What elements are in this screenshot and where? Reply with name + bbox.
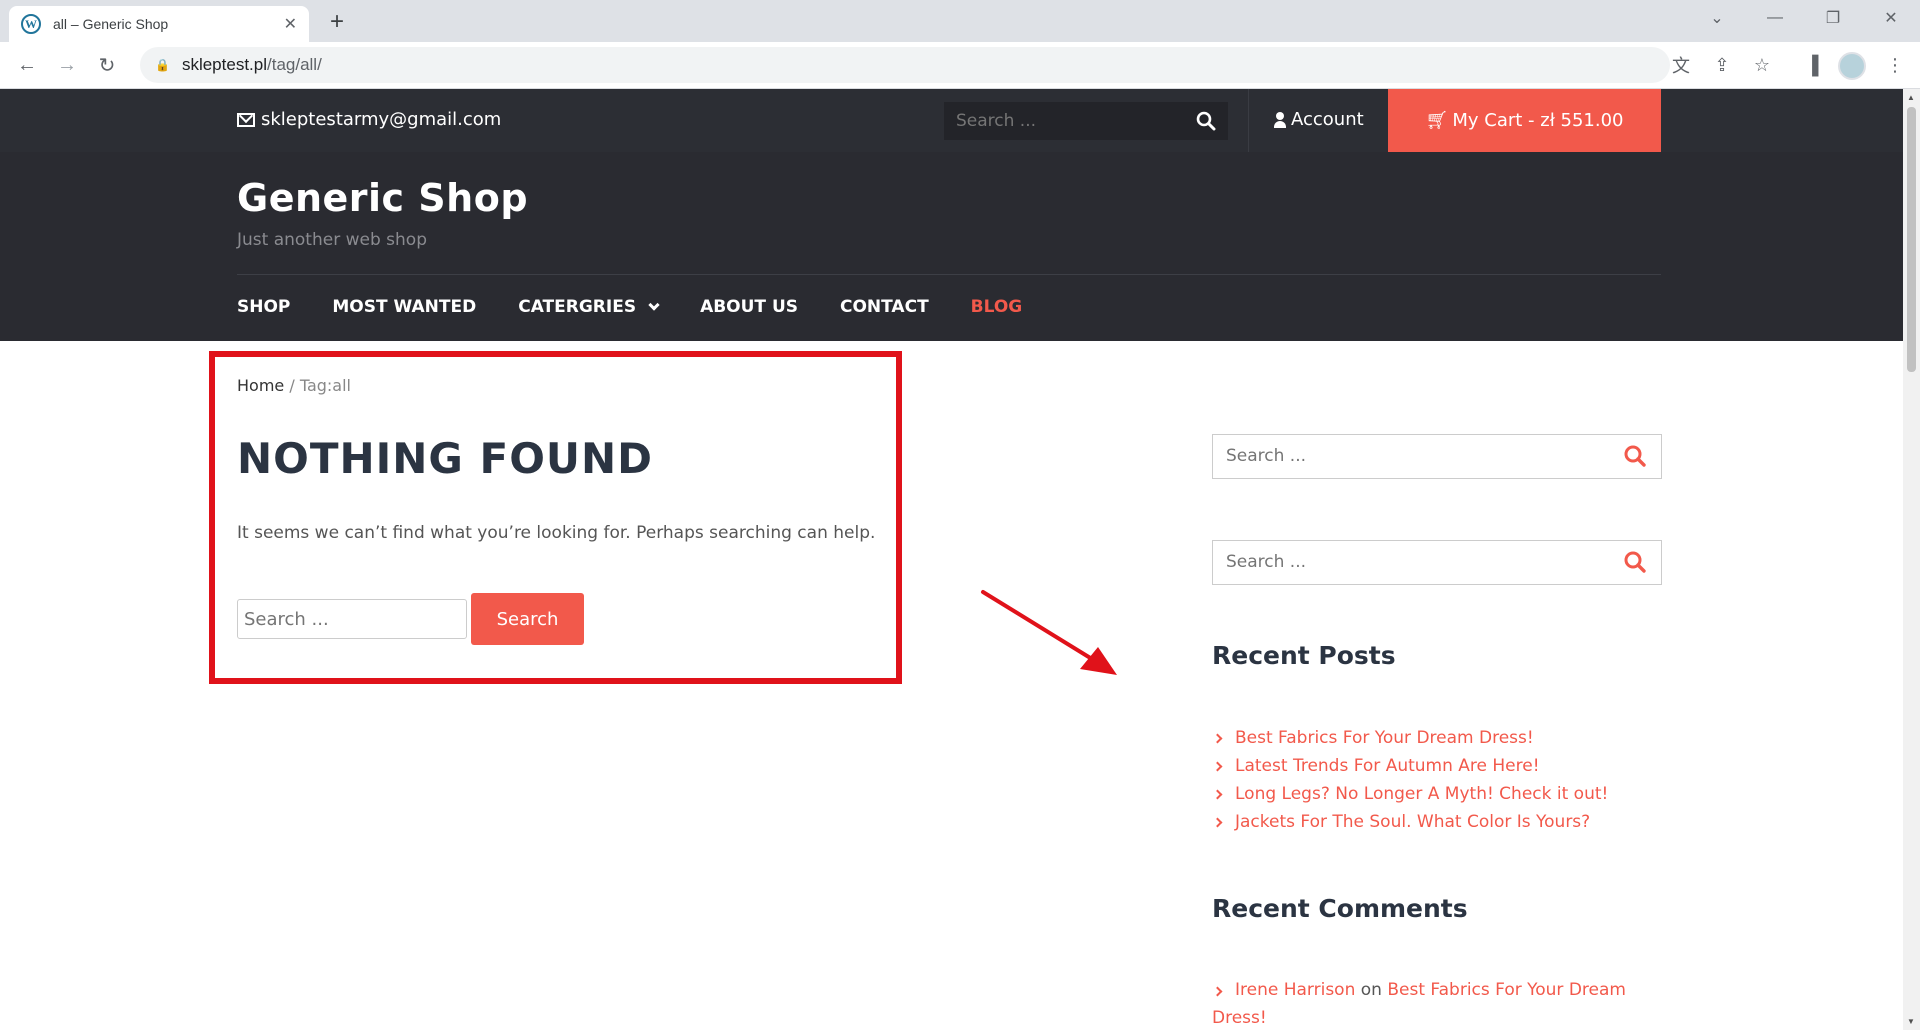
post-link[interactable]: Latest Trends For Autumn Are Here! — [1235, 756, 1540, 776]
sidebar-search-input[interactable] — [1226, 446, 1606, 466]
chevron-right-icon — [1212, 817, 1223, 827]
cart-button[interactable]: 🛒︎ My Cart - zł 551.00 — [1388, 89, 1661, 152]
menu-dots-icon[interactable]: ⋮ — [1880, 50, 1910, 80]
close-icon[interactable]: ✕ — [284, 14, 297, 34]
comment-author-link[interactable]: Irene Harrison — [1235, 980, 1355, 1000]
back-button[interactable]: ← — [12, 50, 42, 80]
forward-button[interactable]: → — [52, 50, 82, 80]
menu-item-label: CATERGRIES — [518, 297, 637, 317]
window-controls: ⌄ — ❐ ✕ — [1688, 0, 1920, 36]
scroll-up-icon[interactable]: ▲ — [1907, 93, 1915, 102]
list-item[interactable]: Latest Trends For Autumn Are Here! — [1212, 752, 1608, 780]
header-search-input[interactable] — [956, 111, 1186, 131]
browser-tab[interactable]: W all – Generic Shop ✕ — [9, 6, 309, 42]
recent-comment: Irene Harrison on Best Fabrics For Your … — [1212, 976, 1652, 1030]
annotation-highlight-box — [209, 351, 902, 684]
site-tagline: Just another web shop — [237, 230, 427, 250]
divider — [1248, 89, 1249, 152]
chevron-right-icon — [1212, 761, 1223, 771]
search-icon[interactable] — [1623, 444, 1647, 468]
list-item[interactable]: Jackets For The Soul. What Color Is Your… — [1212, 808, 1608, 836]
header-search — [944, 102, 1228, 140]
menu-item-about-us[interactable]: ABOUT US — [700, 297, 798, 317]
menu-item-shop[interactable]: SHOP — [237, 297, 290, 317]
scroll-down-icon[interactable]: ▼ — [1907, 1017, 1915, 1026]
chevron-down-icon — [648, 298, 660, 311]
share-icon[interactable]: ⇪ — [1707, 50, 1737, 80]
recent-posts-list: Best Fabrics For Your Dream Dress! Lates… — [1212, 724, 1608, 836]
comment-on-text: on — [1360, 980, 1382, 1000]
account-label: Account — [1291, 109, 1364, 130]
chevron-right-icon — [1212, 733, 1223, 743]
close-window-button[interactable]: ✕ — [1862, 0, 1920, 36]
top-bar: skleptestarmy@gmail.com Account 🛒︎ My Ca… — [0, 89, 1903, 152]
url-host: skleptest.pl — [181, 55, 267, 74]
divider — [237, 274, 1661, 275]
post-link[interactable]: Long Legs? No Longer A Myth! Check it ou… — [1235, 784, 1608, 804]
tab-title: all – Generic Shop — [53, 16, 169, 32]
post-link[interactable]: Best Fabrics For Your Dream Dress! — [1235, 728, 1534, 748]
recent-comments-title: Recent Comments — [1212, 894, 1468, 923]
menu-item-blog[interactable]: BLOG — [971, 297, 1023, 317]
side-panel-icon[interactable]: ▐ — [1797, 50, 1827, 80]
page-viewport: skleptestarmy@gmail.com Account 🛒︎ My Ca… — [0, 89, 1903, 1030]
lock-icon: 🔒 — [155, 58, 170, 72]
chevron-down-icon[interactable]: ⌄ — [1688, 0, 1746, 36]
account-link[interactable]: Account — [1274, 109, 1364, 130]
browser-tabstrip: W all – Generic Shop ✕ + ⌄ — ❐ ✕ — [0, 0, 1920, 42]
menu-item-categories[interactable]: CATERGRIES — [518, 297, 660, 317]
site-title[interactable]: Generic Shop — [237, 176, 528, 220]
minimize-button[interactable]: — — [1746, 0, 1804, 36]
search-icon[interactable] — [1196, 111, 1216, 131]
menu-item-most-wanted[interactable]: MOST WANTED — [332, 297, 476, 317]
search-icon[interactable] — [1623, 550, 1647, 574]
new-tab-button[interactable]: + — [323, 8, 351, 36]
address-bar[interactable]: 🔒 skleptest.pl/tag/all/ — [140, 47, 1670, 83]
wordpress-icon: W — [21, 14, 41, 34]
list-item[interactable]: Long Legs? No Longer A Myth! Check it ou… — [1212, 780, 1608, 808]
cart-icon: 🛒︎ — [1425, 110, 1449, 131]
cart-label: My Cart - zł 551.00 — [1452, 110, 1624, 131]
site-header: Generic Shop Just another web shop SHOP … — [0, 152, 1903, 341]
menu-item-contact[interactable]: CONTACT — [840, 297, 929, 317]
chevron-right-icon — [1212, 789, 1223, 799]
annotation-arrow-icon — [981, 590, 1117, 675]
contact-email[interactable]: skleptestarmy@gmail.com — [237, 109, 501, 130]
sidebar-search-1 — [1212, 434, 1662, 479]
sidebar-search-2 — [1212, 540, 1662, 585]
profile-avatar[interactable] — [1838, 52, 1866, 80]
list-item[interactable]: Best Fabrics For Your Dream Dress! — [1212, 724, 1608, 752]
restore-button[interactable]: ❐ — [1804, 0, 1862, 36]
browser-toolbar: ← → ↻ 🔒 skleptest.pl/tag/all/ 文 ⇪ ☆ ▐ ⋮ — [0, 42, 1920, 89]
email-text: skleptestarmy@gmail.com — [261, 109, 502, 130]
chevron-right-icon — [1212, 986, 1223, 997]
user-icon — [1274, 111, 1286, 128]
main-menu: SHOP MOST WANTED CATERGRIES ABOUT US CON… — [237, 297, 1064, 317]
translate-icon[interactable]: 文 — [1666, 50, 1696, 80]
page-scrollbar[interactable]: ▲ ▼ — [1903, 89, 1920, 1030]
envelope-icon — [237, 112, 255, 127]
scrollbar-thumb[interactable] — [1907, 107, 1916, 372]
bookmark-star-icon[interactable]: ☆ — [1747, 50, 1777, 80]
post-link[interactable]: Jackets For The Soul. What Color Is Your… — [1235, 812, 1590, 832]
sidebar-search-input[interactable] — [1226, 552, 1606, 572]
url-path: /tag/all/ — [267, 55, 322, 74]
recent-posts-title: Recent Posts — [1212, 641, 1396, 670]
reload-button[interactable]: ↻ — [92, 50, 122, 80]
